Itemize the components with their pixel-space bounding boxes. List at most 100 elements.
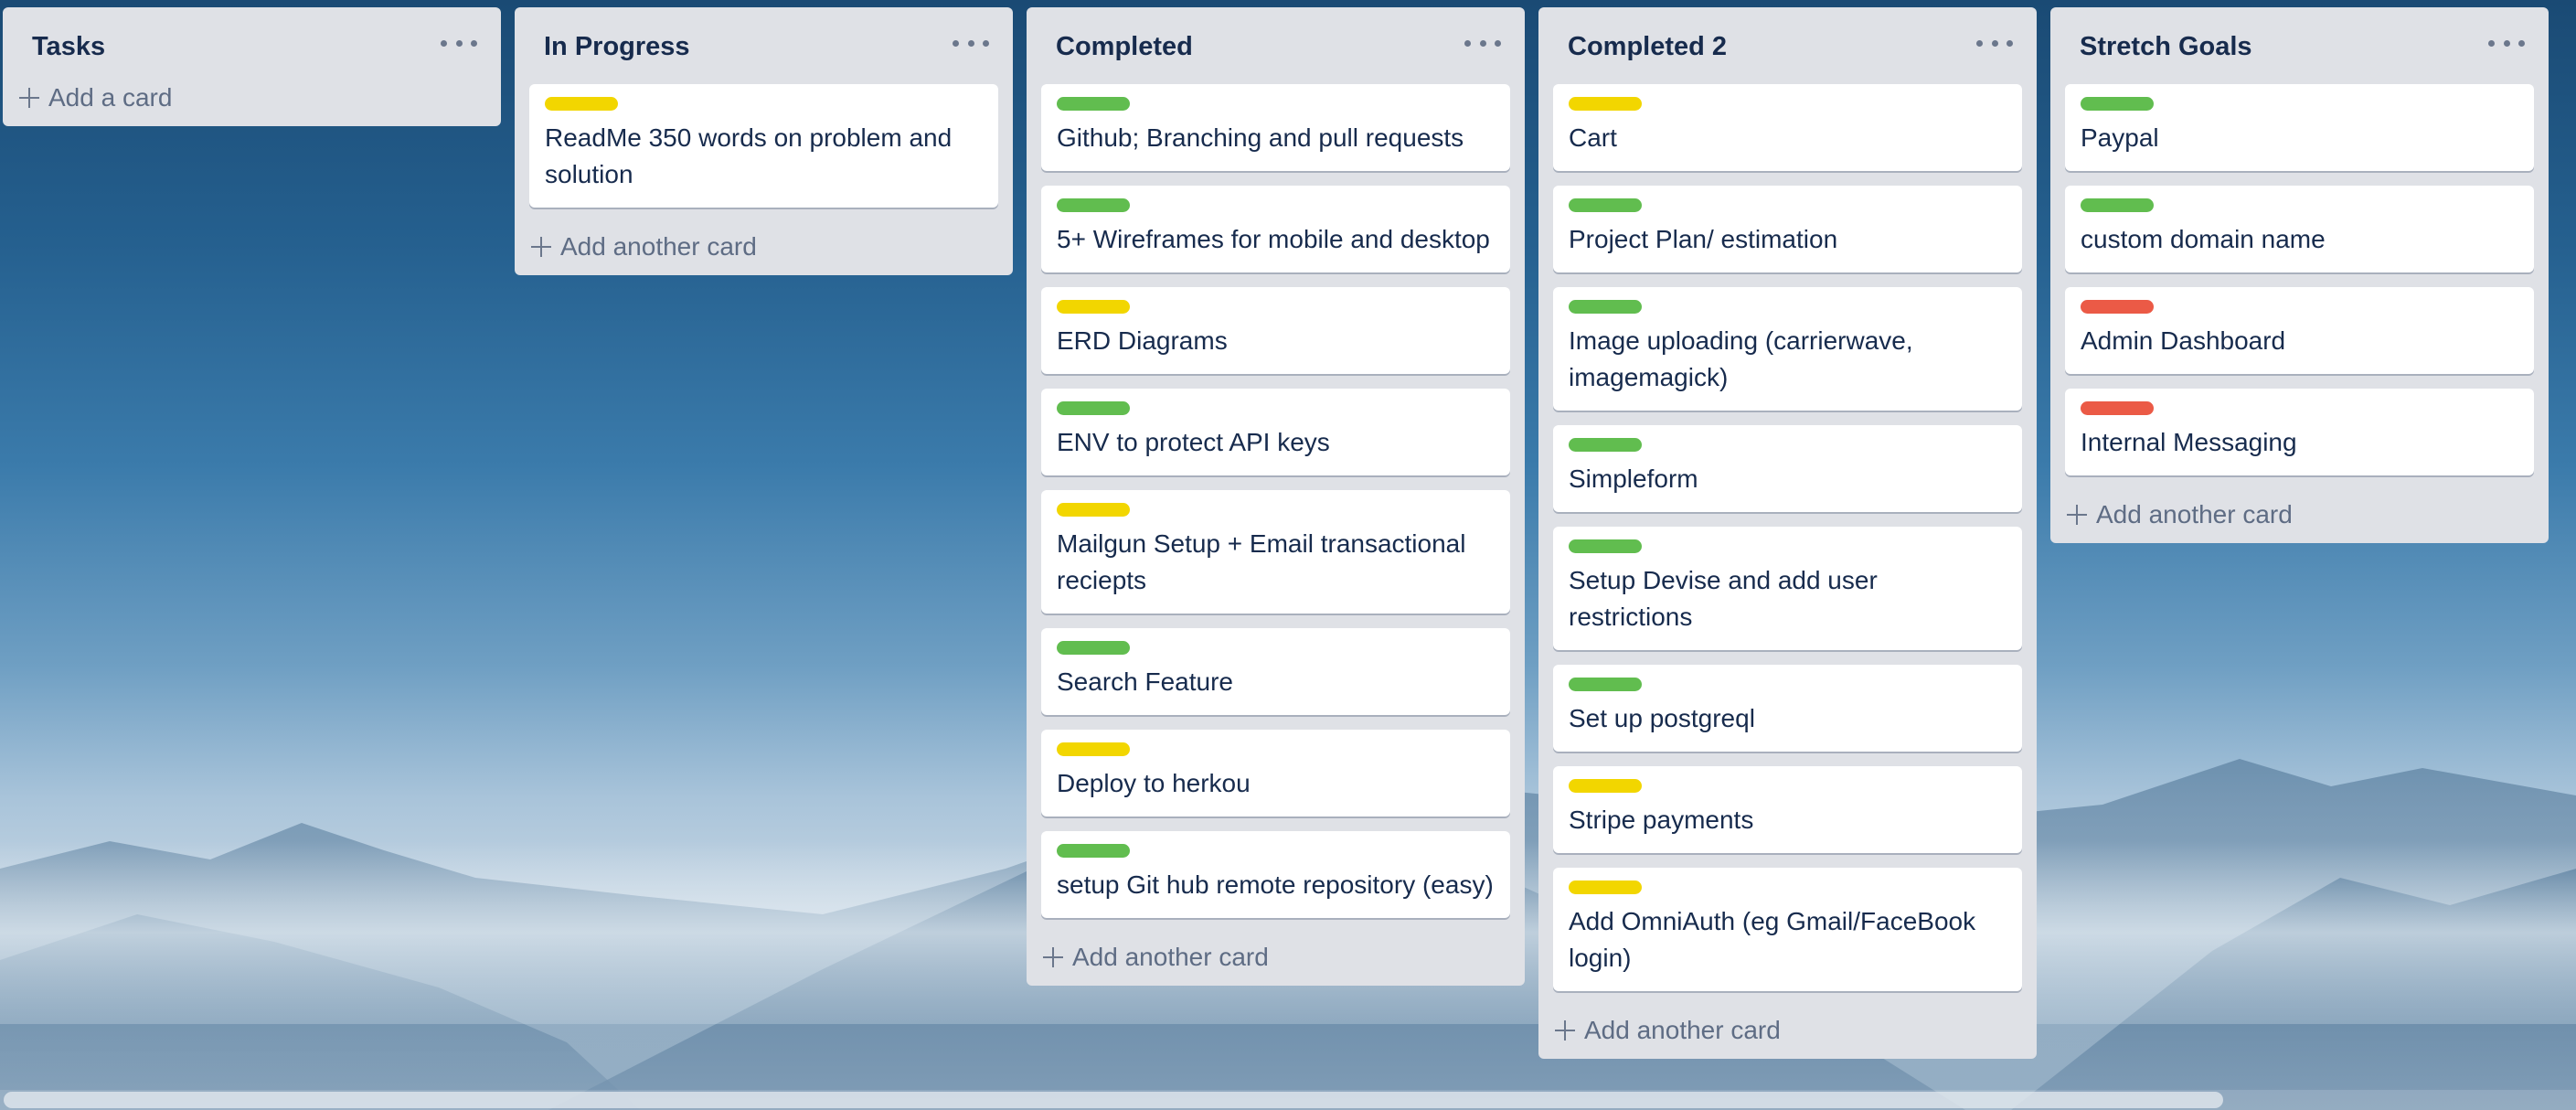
card[interactable]: Simpleform: [1553, 425, 2022, 512]
card-label-green: [1057, 198, 1130, 212]
list-menu-icon[interactable]: [1976, 27, 2013, 59]
card-label-green: [2081, 97, 2154, 111]
card-label-red: [2081, 401, 2154, 415]
add-card-label: Add a card: [48, 83, 173, 112]
add-card-button[interactable]: Add another card: [1027, 929, 1525, 986]
card-title: Add OmniAuth (eg Gmail/FaceBook login): [1569, 907, 1976, 972]
card-list: Paypal custom domain name Admin Dashboar…: [2050, 84, 2549, 475]
plus-icon: [1555, 1020, 1575, 1041]
card-label-green: [1569, 198, 1642, 212]
list-title[interactable]: Completed 2: [1568, 31, 1727, 62]
card[interactable]: Admin Dashboard: [2065, 287, 2534, 374]
board: Tasks Add a card In Progress ReadMe 350 …: [0, 0, 2576, 1110]
plus-icon: [19, 88, 39, 108]
card[interactable]: Project Plan/ estimation: [1553, 186, 2022, 272]
card-title: Search Feature: [1057, 667, 1233, 696]
add-card-button[interactable]: Add another card: [515, 219, 1013, 275]
card[interactable]: Search Feature: [1041, 628, 1510, 715]
card-title: ReadMe 350 words on problem and solution: [545, 123, 953, 188]
card-title: Setup Devise and add user restrictions: [1569, 566, 1878, 631]
card-title: Deploy to herkou: [1057, 769, 1251, 797]
card[interactable]: Github; Branching and pull requests: [1041, 84, 1510, 171]
card-label-green: [1057, 401, 1130, 415]
card[interactable]: Cart: [1553, 84, 2022, 171]
add-card-button[interactable]: Add another card: [2050, 486, 2549, 543]
card-title: Project Plan/ estimation: [1569, 225, 1838, 253]
card-label-yellow: [1057, 742, 1130, 756]
plus-icon: [531, 237, 551, 257]
card-title: Stripe payments: [1569, 806, 1754, 834]
horizontal-scrollbar[interactable]: [0, 1090, 2576, 1110]
card[interactable]: Add OmniAuth (eg Gmail/FaceBook login): [1553, 868, 2022, 991]
card-title: custom domain name: [2081, 225, 2326, 253]
list-menu-icon[interactable]: [2488, 27, 2525, 59]
card[interactable]: Mailgun Setup + Email transactional reci…: [1041, 490, 1510, 614]
card[interactable]: setup Git hub remote repository (easy): [1041, 831, 1510, 918]
card-label-green: [1057, 844, 1130, 858]
card[interactable]: Internal Messaging: [2065, 389, 2534, 475]
card-list: Github; Branching and pull requests 5+ W…: [1027, 84, 1525, 918]
card-list: ReadMe 350 words on problem and solution: [515, 84, 1013, 208]
list-header: In Progress: [515, 7, 1013, 84]
list-in-progress: In Progress ReadMe 350 words on problem …: [515, 7, 1013, 275]
list-completed: Completed Github; Branching and pull req…: [1027, 7, 1525, 986]
card[interactable]: Set up postgreql: [1553, 665, 2022, 752]
list-completed-2: Completed 2 Cart Project Plan/ estimatio…: [1538, 7, 2037, 1059]
plus-icon: [2067, 505, 2087, 525]
card-title: 5+ Wireframes for mobile and desktop: [1057, 225, 1490, 253]
card-list: Cart Project Plan/ estimation Image uplo…: [1538, 84, 2037, 991]
card[interactable]: ENV to protect API keys: [1041, 389, 1510, 475]
list-title[interactable]: Stretch Goals: [2080, 31, 2252, 62]
card-label-green: [2081, 198, 2154, 212]
card-label-yellow: [1057, 503, 1130, 517]
list-header: Completed 2: [1538, 7, 2037, 84]
list-title[interactable]: Completed: [1056, 31, 1193, 62]
card[interactable]: custom domain name: [2065, 186, 2534, 272]
add-card-label: Add another card: [560, 232, 757, 261]
card-label-green: [1057, 641, 1130, 655]
card-title: Set up postgreql: [1569, 704, 1755, 732]
add-card-button[interactable]: Add a card: [3, 69, 501, 126]
card-label-red: [2081, 300, 2154, 314]
add-card-label: Add another card: [1584, 1016, 1781, 1044]
card-title: ERD Diagrams: [1057, 326, 1228, 355]
card-title: Paypal: [2081, 123, 2159, 152]
card[interactable]: Setup Devise and add user restrictions: [1553, 527, 2022, 650]
card-label-green: [1569, 678, 1642, 691]
card-title: Cart: [1569, 123, 1617, 152]
card-title: Mailgun Setup + Email transactional reci…: [1057, 529, 1466, 594]
card-label-yellow: [1569, 881, 1642, 894]
card-label-green: [1057, 97, 1130, 111]
list-title[interactable]: Tasks: [32, 31, 105, 62]
card-label-yellow: [1569, 779, 1642, 793]
list-menu-icon[interactable]: [1464, 27, 1501, 59]
card-label-green: [1569, 539, 1642, 553]
card[interactable]: ERD Diagrams: [1041, 287, 1510, 374]
list-stretch-goals: Stretch Goals Paypal custom domain name …: [2050, 7, 2549, 543]
card-title: Image uploading (carrierwave, imagemagic…: [1569, 326, 1913, 391]
card-label-green: [1569, 438, 1642, 452]
list-menu-icon[interactable]: [953, 27, 989, 59]
add-card-button[interactable]: Add another card: [1538, 1002, 2037, 1059]
add-card-label: Add another card: [1072, 943, 1269, 971]
card[interactable]: 5+ Wireframes for mobile and desktop: [1041, 186, 1510, 272]
card[interactable]: Image uploading (carrierwave, imagemagic…: [1553, 287, 2022, 411]
card-label-green: [1569, 300, 1642, 314]
plus-icon: [1043, 947, 1063, 967]
card-label-yellow: [545, 97, 618, 111]
card-title: Simpleform: [1569, 464, 1698, 493]
card-title: ENV to protect API keys: [1057, 428, 1330, 456]
card[interactable]: Paypal: [2065, 84, 2534, 171]
card-label-yellow: [1569, 97, 1642, 111]
list-title[interactable]: In Progress: [544, 31, 690, 62]
card-title: Github; Branching and pull requests: [1057, 123, 1464, 152]
card[interactable]: Deploy to herkou: [1041, 730, 1510, 816]
list-menu-icon[interactable]: [441, 27, 477, 59]
list-header: Completed: [1027, 7, 1525, 84]
card-title: Internal Messaging: [2081, 428, 2297, 456]
card[interactable]: Stripe payments: [1553, 766, 2022, 853]
scrollbar-thumb[interactable]: [4, 1092, 2223, 1108]
card-title: setup Git hub remote repository (easy): [1057, 870, 1494, 899]
card[interactable]: ReadMe 350 words on problem and solution: [529, 84, 998, 208]
list-tasks: Tasks Add a card: [3, 7, 501, 126]
